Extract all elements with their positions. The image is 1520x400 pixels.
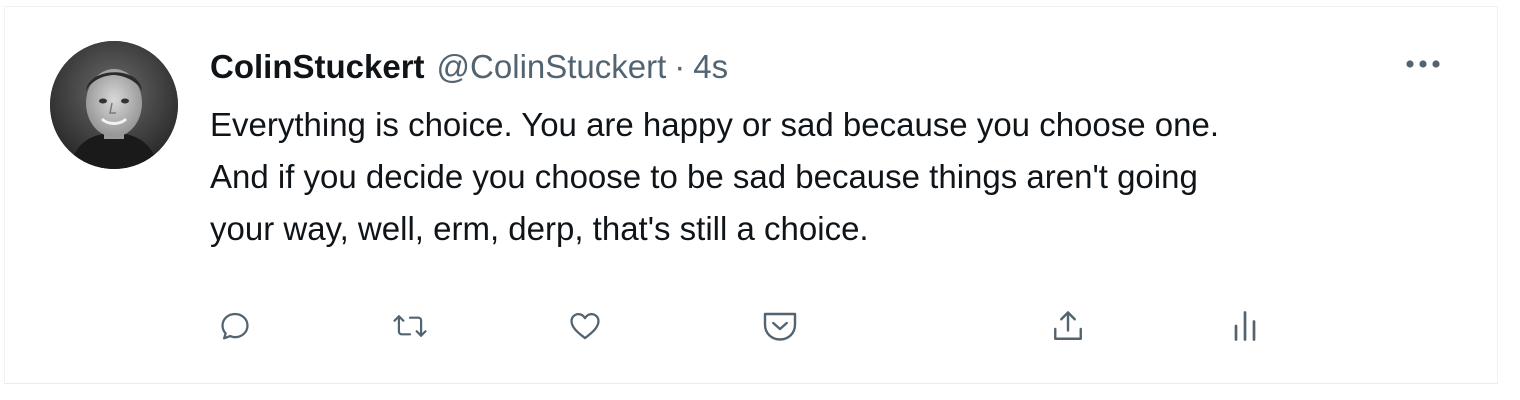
analytics-button[interactable] — [1220, 301, 1270, 351]
display-name[interactable]: ColinStuckert — [210, 48, 425, 86]
retweet-icon — [393, 315, 427, 337]
tweet-card[interactable]: ColinStuckert @ColinStuckert · 4s Everyt… — [4, 6, 1498, 384]
reply-icon — [221, 312, 249, 340]
more-options-button[interactable] — [1401, 49, 1445, 79]
user-handle[interactable]: @ColinStuckert — [437, 48, 667, 86]
reply-button[interactable] — [210, 301, 260, 351]
tweet-header: ColinStuckert @ColinStuckert · 4s — [210, 45, 728, 89]
profile-photo — [50, 41, 178, 169]
tip-icon — [763, 312, 797, 341]
like-icon — [570, 312, 600, 340]
tweet-text-line: your way, well, erm, derp, that's still … — [210, 210, 869, 247]
share-button[interactable] — [1043, 301, 1093, 351]
tip-button[interactable] — [755, 301, 805, 351]
tweet-text-line: Everything is choice. You are happy or s… — [210, 106, 1220, 143]
retweet-button[interactable] — [385, 301, 435, 351]
more-horizontal-icon — [1406, 60, 1440, 68]
analytics-icon — [1234, 311, 1256, 341]
tweet-text: Everything is choice. You are happy or s… — [210, 99, 1440, 255]
timestamp[interactable]: 4s — [693, 48, 728, 86]
like-button[interactable] — [560, 301, 610, 351]
separator-dot: · — [674, 48, 686, 85]
share-icon — [1054, 311, 1082, 340]
avatar[interactable] — [50, 41, 178, 169]
tweet-text-line: And if you decide you choose to be sad b… — [210, 158, 1198, 195]
